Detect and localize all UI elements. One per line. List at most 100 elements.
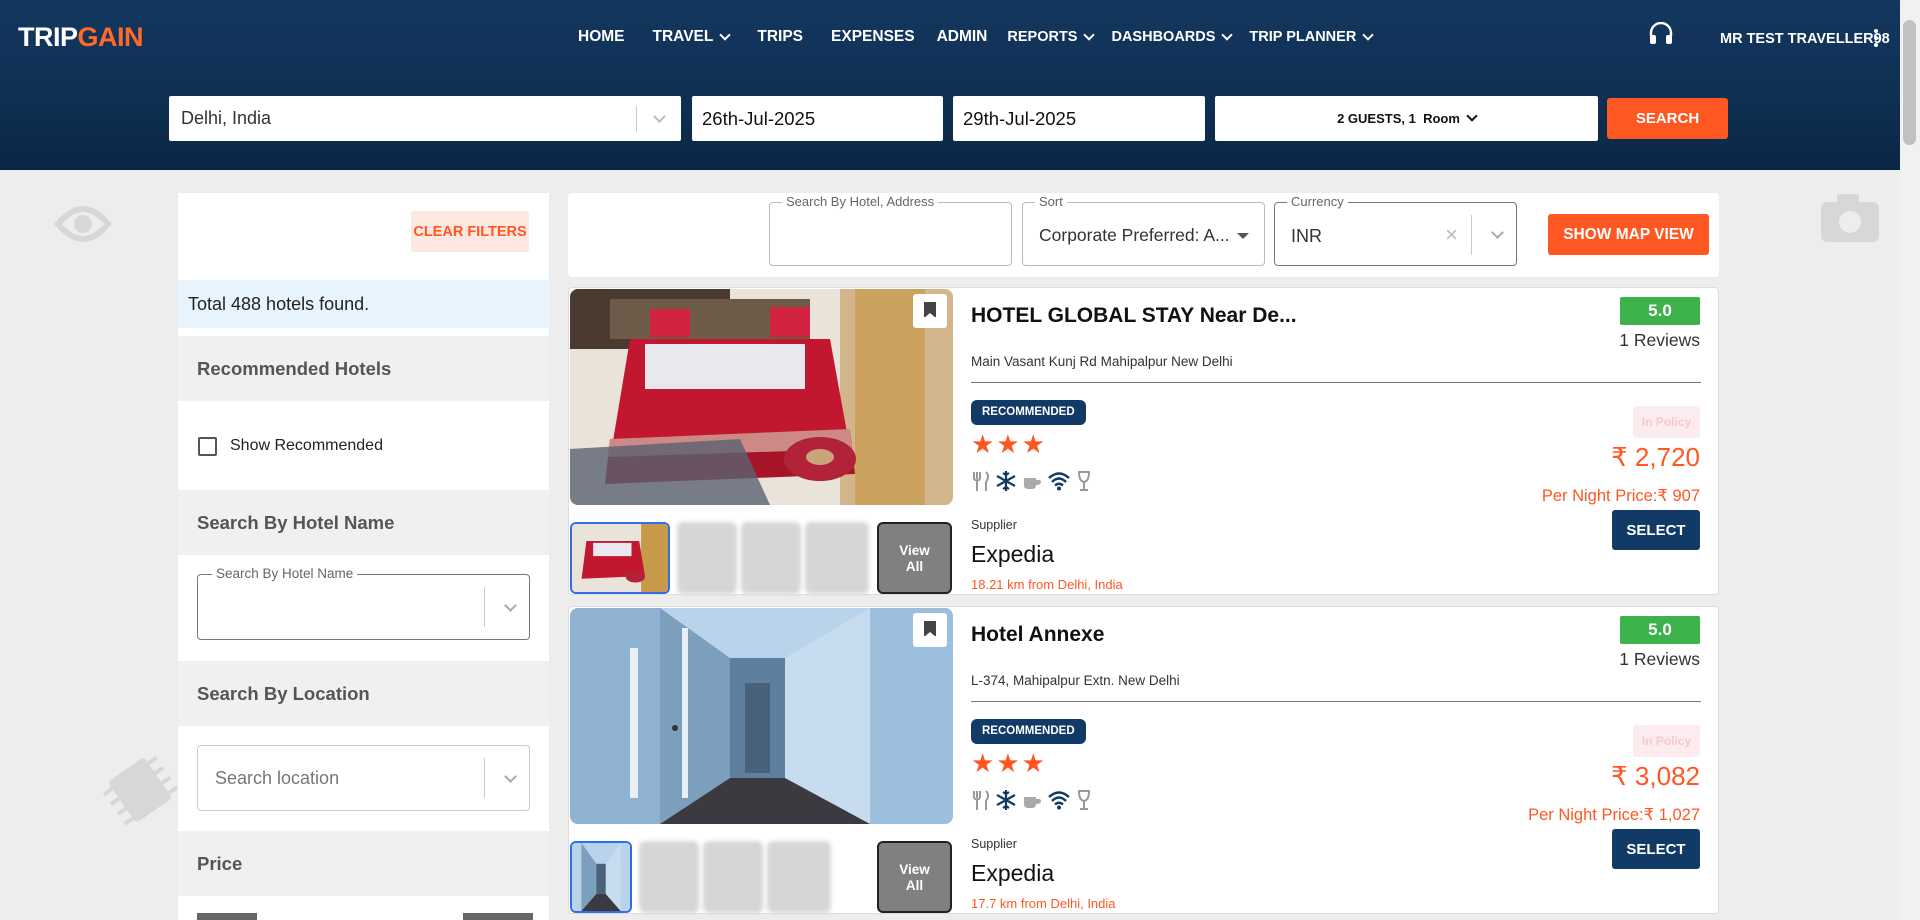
distance-text: 18.21 km from Delhi, India bbox=[971, 577, 1123, 592]
hotel-name[interactable]: Hotel Annexe bbox=[971, 623, 1104, 647]
thumbnail[interactable] bbox=[703, 841, 763, 913]
amenities bbox=[971, 470, 1093, 492]
total-price: ₹ 3,082 bbox=[1611, 761, 1700, 791]
reviews-count[interactable]: 1 Reviews bbox=[1619, 330, 1700, 351]
bookmark-icon[interactable] bbox=[913, 294, 947, 328]
air-conditioning-icon bbox=[996, 471, 1016, 491]
show-map-view-button[interactable]: SHOW MAP VIEW bbox=[1548, 214, 1709, 255]
hotel-card: View All Hotel Annexe L-374, Mahipalpur E… bbox=[568, 606, 1719, 914]
guests-rooms-select[interactable]: 2 GUESTS, 1 Room bbox=[1215, 96, 1598, 141]
nav-trip-planner[interactable]: TRIP PLANNER bbox=[1249, 28, 1374, 45]
top-header: TRIPGAIN HOME TRAVEL TRIPS EXPENSES ADMI… bbox=[0, 0, 1900, 170]
hotel-card: View All HOTEL GLOBAL STAY Near De... Mai… bbox=[568, 287, 1719, 595]
hotel-photo[interactable] bbox=[570, 608, 953, 824]
kebab-menu-icon[interactable] bbox=[1874, 29, 1878, 50]
thumbnail[interactable] bbox=[805, 522, 869, 594]
supplier-label: Supplier bbox=[971, 518, 1017, 532]
show-recommended-checkbox[interactable] bbox=[198, 437, 217, 456]
address-search-input[interactable]: Search By Hotel, Address bbox=[769, 194, 1012, 266]
price-max-handle[interactable] bbox=[463, 913, 533, 920]
per-night-price: Per Night Price:₹ 1,027 bbox=[1528, 806, 1700, 824]
search-button[interactable]: SEARCH bbox=[1607, 98, 1728, 139]
select-hotel-button[interactable]: SELECT bbox=[1612, 829, 1700, 869]
hotel-photo[interactable] bbox=[570, 289, 953, 505]
wifi-icon bbox=[1048, 791, 1070, 810]
policy-badge: In Policy bbox=[1633, 406, 1700, 438]
thumbnail-active[interactable] bbox=[570, 841, 632, 913]
hotel-address: L-374, Mahipalpur Extn. New Delhi bbox=[971, 673, 1180, 688]
nav-dashboards[interactable]: DASHBOARDS bbox=[1111, 28, 1234, 45]
price-heading: Price bbox=[178, 831, 549, 896]
recommended-badge: RECOMMENDED bbox=[971, 400, 1086, 425]
recommended-badge: RECOMMENDED bbox=[971, 719, 1086, 744]
restaurant-icon bbox=[973, 471, 989, 491]
nav-travel[interactable]: TRAVEL bbox=[653, 28, 732, 46]
chevron-down-icon[interactable] bbox=[504, 599, 517, 612]
select-hotel-button[interactable]: SELECT bbox=[1612, 510, 1700, 550]
scrollbar-thumb[interactable] bbox=[1903, 20, 1916, 145]
hotel-name-heading: Search By Hotel Name bbox=[178, 490, 549, 555]
chevron-down-icon[interactable] bbox=[504, 770, 517, 783]
total-price: ₹ 2,720 bbox=[1611, 442, 1700, 472]
clear-filters-button[interactable]: CLEAR FILTERS bbox=[411, 211, 529, 252]
bar-icon bbox=[1077, 471, 1091, 491]
bookmark-icon[interactable] bbox=[913, 613, 947, 647]
nav-expenses[interactable]: EXPENSES bbox=[831, 28, 915, 46]
thumbnail-active[interactable] bbox=[570, 522, 670, 594]
wifi-icon bbox=[1048, 472, 1070, 491]
reviews-count[interactable]: 1 Reviews bbox=[1619, 649, 1700, 670]
chevron-down-icon bbox=[719, 28, 732, 41]
clear-icon[interactable]: × bbox=[1445, 222, 1458, 248]
coffee-icon bbox=[1024, 797, 1041, 808]
camera-decoration-icon bbox=[1821, 194, 1879, 242]
check-out-date[interactable]: 29th-Jul-2025 bbox=[953, 96, 1205, 141]
currency-select[interactable]: Currency INR × bbox=[1274, 194, 1517, 266]
headset-icon[interactable] bbox=[1648, 22, 1674, 46]
results-toolbar: Search By Hotel, Address Sort Corporate … bbox=[568, 193, 1719, 277]
hotel-count: Total 488 hotels found. bbox=[178, 280, 549, 328]
location-select[interactable]: Search location bbox=[197, 745, 530, 811]
thumbnail[interactable] bbox=[741, 522, 801, 594]
coffee-icon bbox=[1024, 478, 1041, 489]
distance-text: 17.7 km from Delhi, India bbox=[971, 896, 1116, 911]
tripgain-logo[interactable]: TRIPGAIN bbox=[18, 22, 144, 53]
supplier-label: Supplier bbox=[971, 837, 1017, 851]
nav-home[interactable]: HOME bbox=[578, 28, 625, 46]
user-name[interactable]: MR TEST TRAVELLER98 bbox=[1720, 31, 1890, 47]
hotel-name[interactable]: HOTEL GLOBAL STAY Near De... bbox=[971, 304, 1297, 328]
nav-admin[interactable]: ADMIN bbox=[937, 28, 988, 46]
thumbnail[interactable] bbox=[677, 522, 737, 594]
star-rating: ★★★ bbox=[971, 429, 1047, 459]
view-all-photos-button[interactable]: View All bbox=[877, 841, 952, 913]
supplier-name: Expedia bbox=[971, 541, 1055, 567]
chip-decoration-icon bbox=[102, 756, 179, 826]
bar-icon bbox=[1077, 790, 1091, 810]
show-recommended-label[interactable]: Show Recommended bbox=[230, 437, 383, 455]
destination-select[interactable]: Delhi, India bbox=[169, 96, 681, 141]
hotel-name-select[interactable]: Search By Hotel Name bbox=[197, 566, 530, 640]
rating-badge: 5.0 bbox=[1620, 297, 1700, 325]
eye-decoration-icon bbox=[54, 206, 112, 242]
filter-sidebar: CLEAR FILTERS Total 488 hotels found. Re… bbox=[178, 193, 549, 920]
per-night-price: Per Night Price:₹ 907 bbox=[1541, 487, 1700, 505]
chevron-down-icon bbox=[1083, 28, 1096, 41]
air-conditioning-icon bbox=[996, 790, 1016, 810]
thumbnail[interactable] bbox=[767, 841, 831, 913]
main-nav: HOME TRAVEL TRIPS EXPENSES ADMIN REPORTS… bbox=[578, 28, 1390, 46]
divider bbox=[971, 382, 1701, 383]
location-heading: Search By Location bbox=[178, 661, 549, 726]
recommended-heading: Recommended Hotels bbox=[178, 336, 549, 401]
nav-reports[interactable]: REPORTS bbox=[1007, 28, 1096, 45]
chevron-down-icon[interactable] bbox=[1491, 226, 1504, 239]
supplier-name: Expedia bbox=[971, 860, 1055, 886]
check-in-date[interactable]: 26th-Jul-2025 bbox=[692, 96, 943, 141]
restaurant-icon bbox=[973, 790, 989, 810]
chevron-down-icon[interactable] bbox=[637, 109, 681, 123]
thumbnail[interactable] bbox=[639, 841, 699, 913]
chevron-down-icon bbox=[1362, 28, 1374, 41]
price-min-handle[interactable] bbox=[197, 913, 257, 920]
nav-trips[interactable]: TRIPS bbox=[757, 28, 803, 46]
amenities bbox=[971, 789, 1093, 811]
sort-select[interactable]: Sort Corporate Preferred: A... bbox=[1022, 194, 1265, 266]
view-all-photos-button[interactable]: View All bbox=[877, 522, 952, 594]
